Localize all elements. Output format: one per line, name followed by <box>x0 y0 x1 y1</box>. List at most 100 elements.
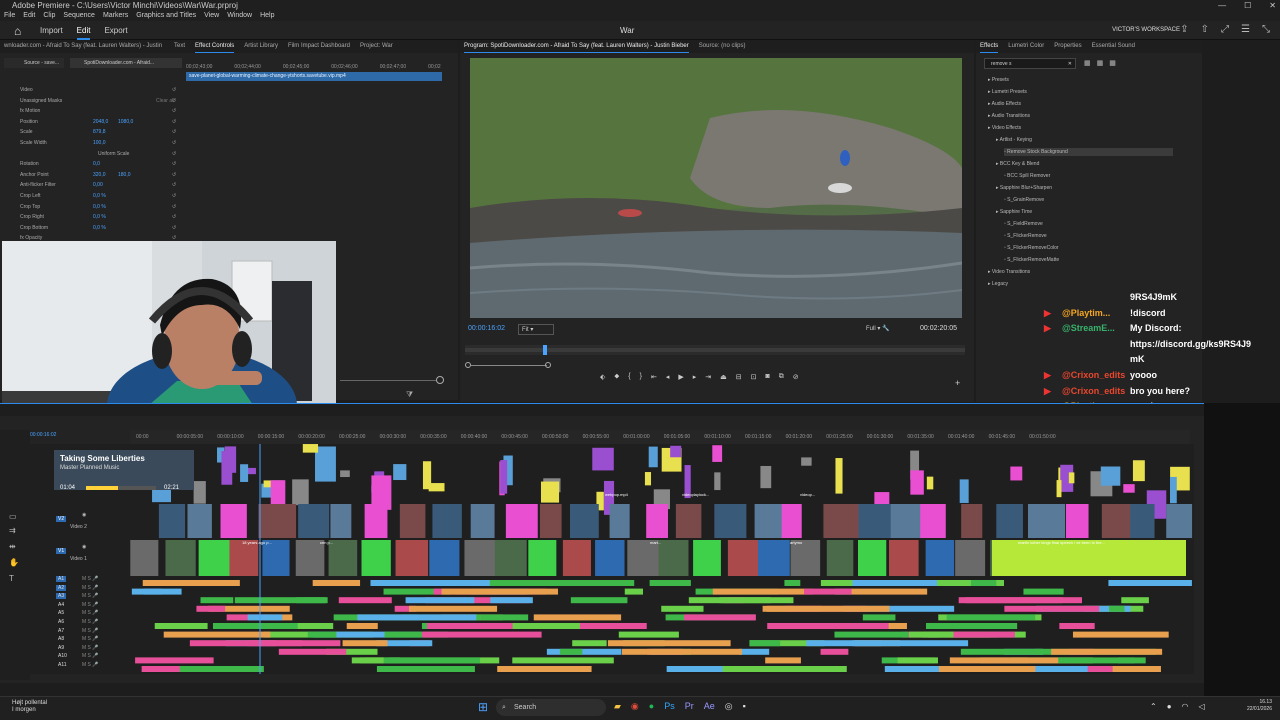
audio-track-header[interactable]: A1 M S 🎤 <box>30 576 128 584</box>
v1-clip[interactable] <box>464 540 496 576</box>
v1-clip[interactable] <box>595 540 625 576</box>
home-icon[interactable]: ⌂ <box>14 24 21 38</box>
weather-widget[interactable]: Højt pollental I morgen <box>12 700 47 714</box>
audio-track-header[interactable]: A6 M S 🎤 <box>30 619 128 627</box>
audio-track-header[interactable]: A11 M S 🎤 <box>30 662 128 670</box>
upper-track-clip[interactable] <box>910 470 924 495</box>
premiere-icon[interactable]: Pr <box>685 701 694 712</box>
audio-track-header[interactable]: A4 M S 🎤 <box>30 602 128 610</box>
tab-properties[interactable]: Properties <box>1054 40 1081 53</box>
track-id[interactable]: A6 <box>56 619 66 625</box>
v1-clip[interactable] <box>693 540 721 576</box>
v1-clip[interactable] <box>328 540 358 576</box>
upper-track-clip[interactable] <box>422 461 432 490</box>
mute-solo-icons[interactable]: M S 🎤 <box>82 610 99 616</box>
audio-clip[interactable] <box>570 597 628 604</box>
upper-track-clip[interactable] <box>760 465 772 489</box>
audio-track-header[interactable]: A3 M S 🎤 <box>30 593 128 601</box>
menu-clip[interactable]: Clip <box>43 11 55 21</box>
marker-icon[interactable]: ⬥ <box>614 373 619 381</box>
v2-clip[interactable] <box>220 504 247 538</box>
audio-clip[interactable] <box>784 580 801 586</box>
audio-clip[interactable] <box>278 648 347 655</box>
v2-clip[interactable] <box>996 504 1023 538</box>
v2-clip[interactable] <box>1027 504 1066 538</box>
nav-export[interactable]: Export <box>104 21 127 40</box>
chrome-icon[interactable]: ◉ <box>631 701 639 712</box>
audio-clip[interactable] <box>145 666 180 672</box>
v2-clip[interactable] <box>364 504 388 538</box>
ec-value-v1[interactable]: 100,0 <box>93 138 106 148</box>
v2-clip[interactable] <box>505 504 538 538</box>
tray-app-icon[interactable]: ● <box>1167 702 1172 711</box>
program-zoom-bar[interactable] <box>465 362 551 370</box>
upper-track-clip[interactable] <box>1132 460 1145 482</box>
upper-track-clip[interactable] <box>959 479 969 503</box>
v1-clip[interactable] <box>889 540 919 576</box>
effects-search-input[interactable]: remove s ✕ <box>984 58 1076 69</box>
audio-clip[interactable] <box>1058 657 1146 664</box>
ec-value-v1[interactable]: 320,0 <box>93 170 106 180</box>
ec-row[interactable]: fx Motion ↺ <box>0 106 182 116</box>
mute-solo-icons[interactable]: M S 🎤 <box>82 653 99 659</box>
audio-clip[interactable] <box>559 648 583 655</box>
v2-clip[interactable] <box>1166 504 1193 538</box>
audio-clip[interactable] <box>533 614 622 621</box>
audio-clip[interactable] <box>234 597 326 604</box>
zoom-handle[interactable] <box>436 376 444 384</box>
upper-track-clip[interactable] <box>1123 484 1135 493</box>
audio-clip[interactable] <box>953 631 1015 638</box>
audio-clip[interactable] <box>189 640 303 647</box>
upper-track-clip[interactable] <box>1056 480 1062 498</box>
v2-clip[interactable] <box>432 504 462 538</box>
tab-effect-controls[interactable]: Effect Controls <box>195 40 235 53</box>
audio-clip[interactable] <box>142 580 240 586</box>
v1-clip[interactable] <box>857 540 887 576</box>
menu-graphics[interactable]: Graphics and Titles <box>136 11 196 21</box>
v2-clip[interactable] <box>470 504 495 538</box>
ec-row[interactable]: Anchor Point 320,0 180,0 ↺ <box>0 170 182 180</box>
audio-clip[interactable] <box>1051 648 1163 655</box>
audio-clip[interactable] <box>1109 605 1125 612</box>
maximize-button[interactable]: ☐ <box>1244 0 1251 11</box>
track-id[interactable]: A11 <box>56 662 69 668</box>
wifi-icon[interactable]: ◠ <box>1182 702 1189 711</box>
vr-icon[interactable]: ⊘ <box>793 373 799 381</box>
ec-row[interactable]: Crop Top 0,0 % ↺ <box>0 202 182 212</box>
audio-track-header[interactable]: A2 M S 🎤 <box>30 584 128 593</box>
timeline-tracks[interactable]: webpop.mp4 videoplaylock... videop... 18 ye… <box>30 444 1194 674</box>
mute-solo-icons[interactable]: M S 🎤 <box>82 628 99 634</box>
reset-icon[interactable]: ↺ <box>172 85 176 95</box>
spotify-icon[interactable]: ● <box>649 701 654 712</box>
photoshop-icon[interactable]: Ps <box>664 701 675 712</box>
audio-clip[interactable] <box>712 588 813 595</box>
audio-clip[interactable] <box>1121 597 1149 604</box>
upper-track-clip[interactable] <box>592 447 614 471</box>
ec-row[interactable]: Scale 879,8 ↺ <box>0 127 182 137</box>
mute-solo-icons[interactable]: M S 🎤 <box>82 576 99 582</box>
ec-row[interactable]: Crop Bottom 0,0 % ↺ <box>0 223 182 233</box>
ec-value-v1[interactable]: 0,0 % <box>93 202 106 212</box>
ec-value-v1[interactable]: 0,0 % <box>93 212 106 222</box>
quality-dropdown[interactable]: Full ▾ 🔧 <box>866 324 896 335</box>
upper-track-clip[interactable] <box>340 470 350 478</box>
mute-solo-icons[interactable]: M S 🎤 <box>82 636 99 642</box>
reset-icon[interactable]: ↺ <box>172 117 176 127</box>
v1-clip[interactable] <box>727 540 760 576</box>
source-dropdown[interactable]: Source - save... <box>4 58 64 68</box>
audio-clip[interactable] <box>1004 605 1100 612</box>
audio-clip[interactable] <box>765 657 801 664</box>
audio-clip[interactable] <box>960 648 1042 655</box>
audio-clip[interactable] <box>719 597 771 604</box>
v2-clip[interactable] <box>609 504 630 538</box>
fullscreen-icon[interactable]: ⤢ <box>1221 24 1229 35</box>
v1-clip[interactable] <box>198 540 233 576</box>
mute-solo-icons[interactable]: M S 🎤 <box>82 585 99 591</box>
audio-clip[interactable] <box>939 666 1036 672</box>
reset-icon[interactable]: ↺ <box>172 223 176 233</box>
tab-effects[interactable]: Effects <box>980 40 999 53</box>
audio-clip[interactable] <box>897 657 938 664</box>
audio-clip[interactable] <box>577 580 635 586</box>
menu-sequence[interactable]: Sequence <box>63 11 95 21</box>
effects-tree-item[interactable]: ▫ Remove Stock Background <box>1004 148 1173 156</box>
